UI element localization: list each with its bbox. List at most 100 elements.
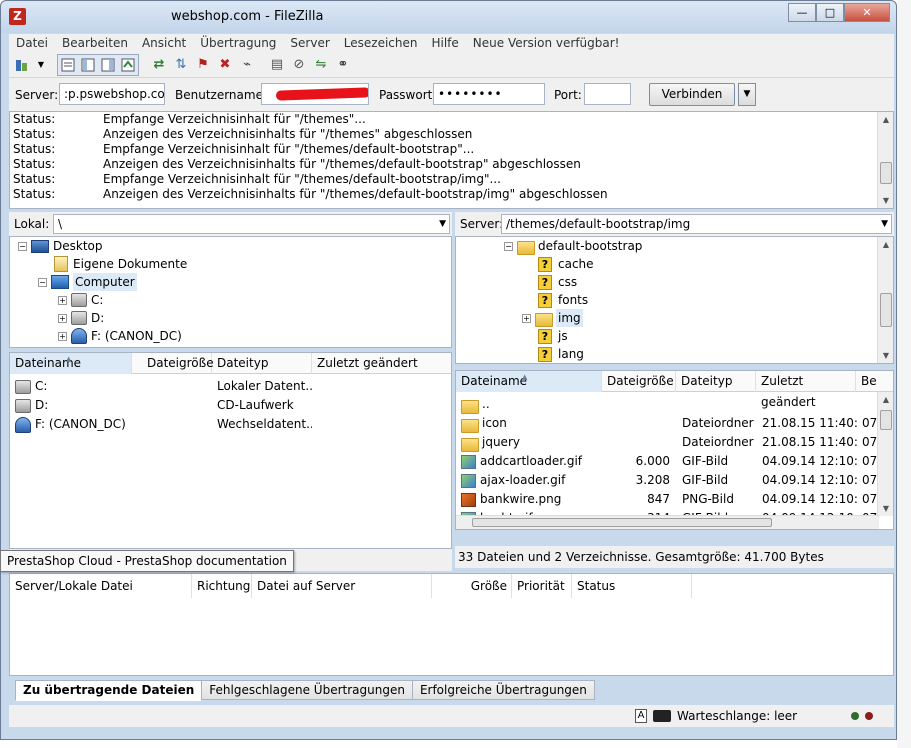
tab-zu-uebertragende-dateien[interactable]: Zu übertragende Dateien [15, 680, 203, 701]
local-file-row[interactable]: D: CD-Laufwerk [10, 396, 451, 415]
tree-item-lang[interactable]: ? lang [538, 345, 584, 363]
host-input[interactable]: :p.pswebshop.com [59, 83, 165, 105]
tab-fehlgeschlagene-uebertragungen[interactable]: Fehlgeschlagene Übertragungen [201, 680, 413, 700]
column-dateityp[interactable]: Dateityp [212, 353, 312, 374]
tree-item-img[interactable]: + img [522, 309, 583, 327]
speed-limit-icon[interactable] [653, 710, 671, 722]
column-groesse[interactable]: Größe [432, 574, 512, 598]
local-tree-toggle-icon[interactable] [78, 55, 98, 75]
username-input[interactable] [261, 83, 369, 105]
column-dateityp[interactable]: Dateityp [676, 371, 756, 392]
chevron-down-icon[interactable]: ▼ [439, 219, 446, 229]
column-dateiname[interactable]: Dateiname ▲ [456, 371, 602, 392]
process-queue-icon[interactable]: ⇅ [171, 55, 191, 75]
tree-item-computer[interactable]: − Computer [38, 273, 137, 291]
expand-icon[interactable]: + [522, 313, 531, 323]
message-log[interactable]: Status: Empfange Verzeichnisinhalt für "/… [9, 111, 894, 209]
column-dateiname[interactable]: Dateiname ▲ [10, 353, 132, 374]
connect-history-dropdown[interactable]: ▼ [738, 83, 756, 106]
expand-icon[interactable]: + [58, 295, 67, 305]
menu-hilfe[interactable]: Hilfe [424, 34, 465, 52]
filter-icon[interactable]: ⊘ [289, 55, 309, 75]
expand-icon[interactable]: + [58, 331, 67, 341]
remote-list-hscrollbar[interactable] [456, 515, 879, 529]
column-zuletzt-geaendert[interactable]: Zuletzt geändert [756, 371, 856, 409]
scroll-up-icon[interactable]: ▲ [878, 237, 893, 252]
tab-erfolgreiche-uebertragungen[interactable]: Erfolgreiche Übertragungen [411, 680, 595, 700]
collapse-icon[interactable]: − [38, 277, 47, 287]
column-status[interactable]: Status [572, 574, 692, 598]
tree-item-drive-d[interactable]: + D: [58, 309, 104, 327]
tree-item-js[interactable]: ? js [538, 327, 568, 345]
binoculars-icon[interactable]: ⚭ [333, 55, 353, 75]
tree-item-default-bootstrap[interactable]: − default-bootstrap [504, 237, 642, 255]
transfer-queue-toggle-icon[interactable] [118, 55, 138, 75]
local-file-row[interactable]: F: (CANON_DC) Wechseldatent... [10, 415, 451, 434]
column-datei-auf-server[interactable]: Datei auf Server [252, 574, 432, 598]
expand-icon[interactable]: + [58, 313, 67, 323]
close-button[interactable]: ✕ [844, 3, 890, 22]
stop-icon[interactable]: ✖ [215, 55, 235, 75]
remote-file-row[interactable]: jquery Dateiordner 21.08.15 11:40:05 07 [456, 433, 893, 452]
remote-tree-toggle-icon[interactable] [98, 55, 118, 75]
menu-neue-version[interactable]: Neue Version verfügbar! [466, 34, 627, 52]
local-file-row[interactable]: C: Lokaler Datent... [10, 377, 451, 396]
column-server-lokale-datei[interactable]: Server/Lokale Datei [10, 574, 192, 598]
minimize-button[interactable]: — [788, 3, 816, 22]
sync-browsing-icon[interactable]: ⇋ [311, 55, 331, 75]
collapse-icon[interactable]: − [18, 241, 27, 251]
message-log-toggle-icon[interactable] [58, 55, 78, 75]
scroll-thumb[interactable] [880, 293, 892, 327]
column-zuletzt-geaendert[interactable]: Zuletzt geändert [312, 353, 442, 374]
scroll-down-icon[interactable]: ▼ [878, 348, 893, 363]
cancel-operation-icon[interactable]: ⚑ [193, 55, 213, 75]
scroll-down-icon[interactable]: ▼ [878, 501, 893, 516]
local-file-list[interactable]: Dateiname ▲ Dateigröße Dateityp Zuletzt … [9, 352, 452, 549]
remote-file-row[interactable]: icon Dateiordner 21.08.15 11:40:05 07 [456, 414, 893, 433]
menu-lesezeichen[interactable]: Lesezeichen [337, 34, 425, 52]
tree-item-drive-f[interactable]: + F: (CANON_DC) [58, 327, 182, 345]
scroll-down-icon[interactable]: ▼ [878, 193, 893, 208]
column-prioritaet[interactable]: Priorität [512, 574, 572, 598]
tree-item-cache[interactable]: ? cache [538, 255, 594, 273]
local-tree[interactable]: − Desktop Eigene Dokumente − Computer + C: … [9, 236, 452, 348]
password-input[interactable]: •••••••• [433, 83, 545, 105]
scroll-up-icon[interactable]: ▲ [878, 392, 893, 407]
column-dateigroesse[interactable]: Dateigröße [142, 353, 214, 374]
remote-file-row[interactable]: addcartloader.gif 6.000 GIF-Bild 04.09.1… [456, 452, 893, 471]
log-scrollbar[interactable]: ▲ ▼ [877, 112, 893, 208]
column-dateigroesse[interactable]: Dateigröße [602, 371, 676, 392]
refresh-icon[interactable]: ⇄ [149, 55, 169, 75]
tree-item-desktop[interactable]: − Desktop [18, 237, 103, 255]
tree-item-fonts[interactable]: ? fonts [538, 291, 588, 309]
scroll-thumb[interactable] [880, 162, 892, 184]
remote-file-list[interactable]: Dateiname ▲ Dateigröße Dateityp Zuletzt … [455, 370, 894, 530]
remote-file-row[interactable]: bankwire.png 847 PNG-Bild 04.09.14 12:10… [456, 490, 893, 509]
remote-tree-scrollbar[interactable]: ▲ ▼ [877, 237, 893, 363]
remote-tree[interactable]: − default-bootstrap ? cache ? css ? fonts + i… [455, 236, 894, 364]
menu-ansicht[interactable]: Ansicht [135, 34, 193, 52]
column-richtung[interactable]: Richtung [192, 574, 252, 598]
scroll-thumb[interactable] [472, 518, 772, 527]
remote-path-input[interactable]: /themes/default-bootstrap/img ▼ [501, 214, 892, 234]
site-manager-icon[interactable] [13, 55, 33, 75]
menu-server[interactable]: Server [283, 34, 336, 52]
menu-datei[interactable]: Datei [9, 34, 55, 52]
scroll-up-icon[interactable]: ▲ [878, 112, 893, 127]
connect-button[interactable]: Verbinden [649, 83, 735, 106]
tree-item-eigene-dokumente[interactable]: Eigene Dokumente [54, 255, 187, 273]
tree-item-css[interactable]: ? css [538, 273, 577, 291]
tree-item-drive-c[interactable]: + C: [58, 291, 103, 309]
directory-comparison-icon[interactable]: ▤ [267, 55, 287, 75]
remote-file-row[interactable]: .. [456, 395, 893, 414]
port-input[interactable] [584, 83, 631, 105]
column-berechtigungen[interactable]: Be [856, 371, 880, 392]
maximize-button[interactable]: □ [816, 3, 844, 22]
chevron-down-icon[interactable]: ▼ [35, 55, 47, 75]
local-path-input[interactable]: \ ▼ [53, 214, 450, 234]
disconnect-icon[interactable]: ⌁ [237, 55, 257, 75]
collapse-icon[interactable]: − [504, 241, 513, 251]
transfer-queue[interactable]: Server/Lokale Datei Richtung Datei auf S… [9, 573, 894, 676]
remote-list-vscrollbar[interactable]: ▲ ▼ [877, 392, 893, 516]
scroll-thumb[interactable] [880, 410, 892, 430]
